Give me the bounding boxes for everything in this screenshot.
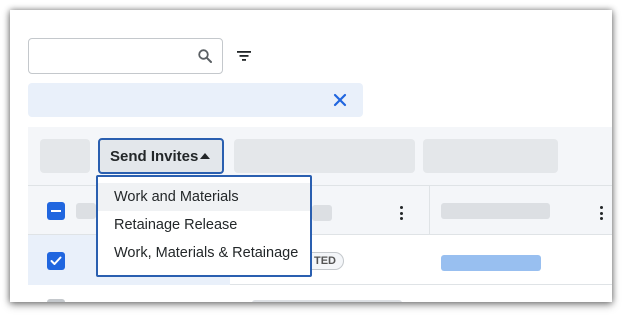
more-vertical-icon[interactable] — [600, 206, 604, 220]
select-all-checkbox[interactable] — [47, 202, 65, 220]
filter-chip-bar — [28, 83, 363, 117]
column-divider — [429, 185, 430, 235]
column-header-placeholder — [441, 203, 550, 219]
search-icon[interactable] — [198, 49, 212, 63]
menu-item-work-materials-retainage[interactable]: Work, Materials & Retainage — [98, 239, 310, 267]
cell-placeholder — [252, 300, 402, 302]
toolbar-button-placeholder[interactable] — [423, 139, 558, 173]
minus-icon — [51, 210, 61, 212]
cell-placeholder — [441, 255, 541, 271]
row-checkbox[interactable] — [47, 252, 65, 270]
caret-up-icon — [200, 153, 210, 159]
column-header-placeholder — [312, 205, 332, 221]
menu-item-work-and-materials[interactable]: Work and Materials — [98, 183, 310, 211]
checkbox-check-icon — [50, 256, 62, 265]
toolbar-button-placeholder[interactable] — [234, 139, 415, 173]
row-checkbox[interactable] — [47, 299, 65, 302]
toolbar-button-placeholder[interactable] — [40, 139, 90, 173]
send-invites-button[interactable]: Send Invites — [98, 138, 224, 174]
column-header-placeholder — [76, 203, 96, 219]
more-vertical-icon[interactable] — [400, 206, 404, 220]
send-invites-label: Send Invites — [110, 147, 199, 165]
close-icon[interactable] — [333, 93, 347, 107]
screenshot-frame: Send Invites TED Work and Materials Reta… — [10, 10, 612, 302]
menu-item-retainage-release[interactable]: Retainage Release — [98, 211, 310, 239]
search-field[interactable] — [28, 38, 223, 74]
search-input[interactable] — [37, 45, 187, 67]
send-invites-menu: Work and Materials Retainage Release Wor… — [96, 175, 312, 277]
filter-icon[interactable] — [236, 48, 252, 64]
